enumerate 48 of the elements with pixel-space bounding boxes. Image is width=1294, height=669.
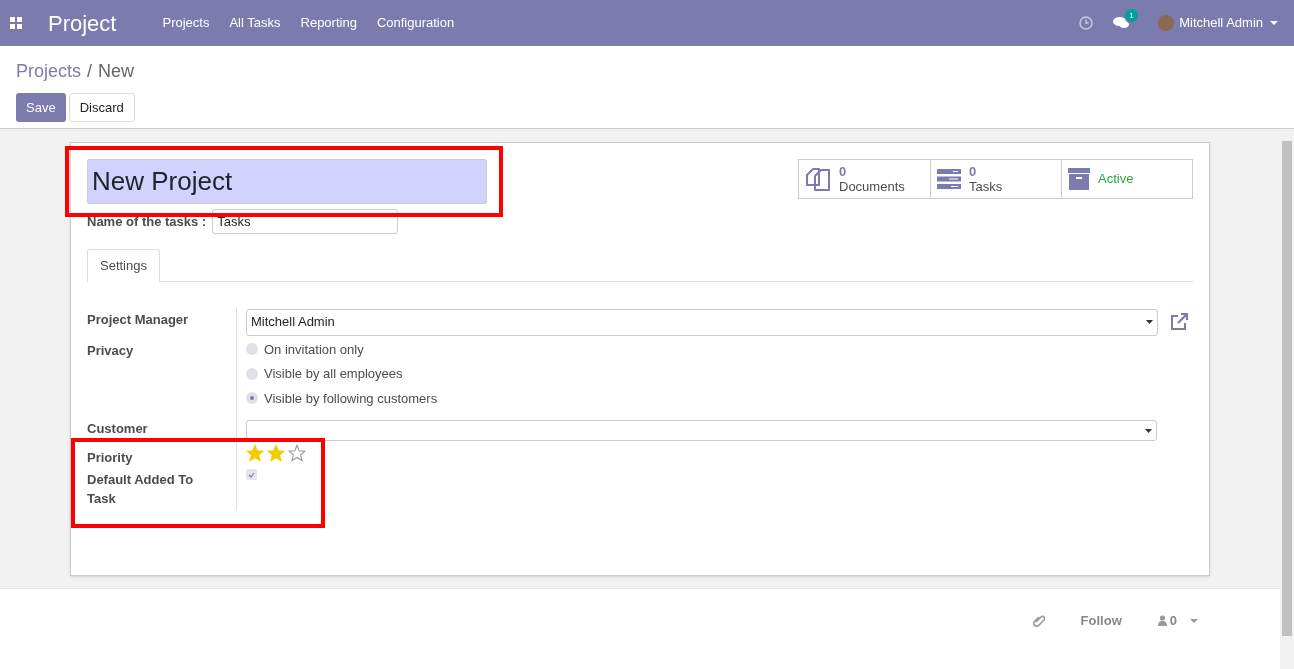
discard-button[interactable]: Discard [68,93,135,122]
app-title: Project [48,9,117,38]
archive-box-icon [1068,168,1090,190]
menu-item[interactable]: Projects [162,13,210,33]
project-manager-select[interactable]: Mitchell Admin [246,308,1158,336]
caret-icon [1190,618,1198,623]
breadcrumb-link[interactable]: Projects [16,58,82,85]
privacy-radio-option[interactable]: Visible by following customers [246,386,438,411]
caret-icon [1146,320,1153,324]
copy-icon [805,166,831,192]
field-label: Customer [87,421,148,436]
user-menu[interactable]: Mitchell Admin [1179,13,1263,33]
customer-select[interactable] [246,420,1157,441]
filled-star-icon[interactable] [267,444,285,462]
menu-item[interactable]: Configuration [376,13,455,33]
breadcrumb-current: New [98,60,135,83]
external-link-icon[interactable] [1169,313,1189,331]
filled-star-icon[interactable] [246,444,264,462]
chat-bubbles-icon[interactable] [1113,16,1131,30]
apps-grid-icon[interactable] [10,17,22,29]
empty-star-icon[interactable] [288,444,306,462]
field-label: Priority [87,449,134,467]
menu-item[interactable]: All Tasks [229,13,281,33]
tasks-icon [937,168,961,190]
follow-button[interactable]: Follow [1080,611,1122,631]
clock-icon[interactable] [1079,16,1094,30]
privacy-radio-option[interactable]: On invitation only [246,337,364,362]
followers-button[interactable]: 0 [1157,611,1198,631]
caret-icon [1145,428,1152,433]
person-icon [1157,615,1167,627]
caret-icon [1270,21,1278,25]
field-label: Name of the tasks : [87,212,207,231]
menu-item[interactable]: Reporting [300,13,357,33]
form-tab[interactable]: Settings [87,249,160,282]
save-button[interactable]: Save [16,93,66,122]
paperclip-icon[interactable] [1032,614,1045,627]
field-label: Project Manager [87,311,190,329]
smart-button[interactable]: 0 Documents [799,160,930,198]
checkbox[interactable] [246,469,257,480]
smart-button[interactable]: 0 Tasks [930,160,1061,198]
breadcrumb-separator: / [87,60,93,83]
privacy-radio-option[interactable]: Visible by all employees [246,361,403,386]
field-label: Default Added To Task [87,471,195,508]
tasks-name-field[interactable]: Tasks [212,209,399,234]
field-label: Privacy [87,342,135,360]
project-name-field[interactable]: New Project [87,159,487,204]
message-count-badge: 1 [1125,9,1138,22]
avatar [1158,15,1175,31]
